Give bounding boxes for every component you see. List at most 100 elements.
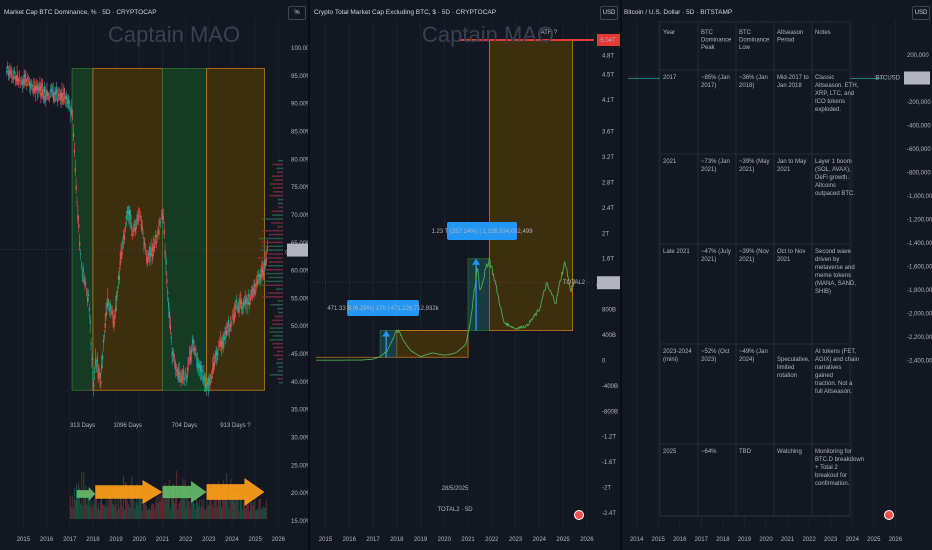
- table-header-cell: Notes: [815, 30, 831, 36]
- volume-profile-bar: [272, 187, 283, 189]
- x-axis-tick-label: 2024: [225, 537, 239, 543]
- volume-bar: [187, 498, 189, 519]
- price-candle: [39, 86, 41, 92]
- tradingview-logo-icon[interactable]: [884, 510, 894, 520]
- price-candle: [182, 376, 184, 380]
- btc-dominance-panel[interactable]: 313 Days 1096 Days 704 Days 913 Days ? 100.0…: [0, 0, 308, 550]
- tradingview-logo-icon[interactable]: [574, 510, 584, 520]
- table-cell: AI tokens (FET,: [815, 349, 856, 355]
- volume-profile-bar: [263, 268, 283, 271]
- table-cell: Layer 1 boom: [815, 159, 852, 165]
- volume-bar: [202, 505, 204, 519]
- volume-bar: [180, 498, 182, 519]
- y-axis-tick-label: -200,000: [907, 100, 931, 106]
- y-axis-tick-label: 15.00%: [291, 519, 308, 525]
- volume-bar: [106, 500, 108, 519]
- table-cell: Altcoins: [815, 183, 836, 189]
- price-candle: [6, 65, 9, 69]
- total2-panel[interactable]: ATH ? 471.33 B (6.29%) 17h | 471,226,712,…: [310, 0, 620, 550]
- volume-profile-bar: [271, 210, 283, 212]
- cycle-zone: [206, 68, 265, 391]
- table-header-cell: Dominance: [739, 38, 770, 44]
- price-candle: [99, 372, 101, 378]
- price-candle: [28, 80, 30, 82]
- table-cell: Jan to May: [777, 159, 806, 165]
- price-candle: [115, 306, 117, 313]
- price-candle: [247, 301, 249, 306]
- price-candle: [61, 92, 63, 100]
- table-cell: 2024): [739, 357, 754, 363]
- table-cell: ~49% (Jan: [739, 349, 768, 355]
- cycle-zone: [489, 39, 574, 331]
- btcusd-chart[interactable]: Year BTCDominancePeakBTCDominanceLowAltse…: [622, 0, 932, 550]
- x-axis-tick-label: 2023: [202, 537, 216, 543]
- volume-profile-bar: [266, 272, 283, 275]
- volume-bar: [168, 479, 170, 519]
- x-axis-tick-label: 2017: [366, 537, 380, 543]
- volume-bar: [161, 498, 163, 519]
- volume-profile-bar: [270, 183, 283, 185]
- price-candle: [116, 295, 118, 301]
- volume-bar: [197, 502, 199, 519]
- x-axis-tick-label: 2021: [461, 537, 475, 543]
- volume-profile-bar: [274, 315, 283, 318]
- price-candle: [20, 83, 22, 85]
- price-candle: [21, 81, 24, 85]
- price-badge-countdown: 04:23:59: [596, 283, 620, 289]
- price-badge-countdown: 04:23:59: [285, 251, 308, 257]
- table-cell: 2023): [701, 357, 716, 363]
- volume-bar: [73, 488, 75, 519]
- cycle-zone: [162, 68, 207, 391]
- price-candle: [237, 305, 239, 308]
- volume-bar: [160, 494, 162, 519]
- btc-dominance-chart[interactable]: 313 Days 1096 Days 704 Days 913 Days ? 100.0…: [0, 0, 308, 550]
- volume-profile-bar: [268, 233, 283, 236]
- price-candle: [266, 246, 268, 250]
- volume-profile-bar: [273, 191, 283, 193]
- price-candle: [101, 364, 103, 369]
- volume-profile-bar: [272, 342, 283, 345]
- volume-bar: [70, 507, 72, 519]
- price-candle: [93, 382, 95, 388]
- table-cell: (MANA, SAND,: [815, 281, 856, 287]
- price-candle: [89, 319, 91, 325]
- table-cell: 2021: [777, 167, 791, 173]
- price-candle: [111, 311, 113, 314]
- volume-bar: [101, 496, 103, 519]
- currency-button[interactable]: USD: [600, 6, 618, 20]
- price-candle: [254, 283, 256, 287]
- price-candle: [85, 282, 87, 284]
- price-candle: [65, 95, 68, 100]
- volume-bar: [87, 495, 89, 519]
- price-candle: [26, 84, 28, 86]
- volume-bar: [94, 497, 96, 519]
- x-axis-tick-label: 2016: [673, 537, 687, 543]
- price-candle: [135, 227, 137, 230]
- price-candle: [151, 247, 153, 252]
- btcusd-panel[interactable]: Year BTC Dominance Peak BTC Dominance Low Altse…: [622, 0, 932, 550]
- volume-bar: [175, 497, 177, 519]
- price-candle: [51, 88, 54, 91]
- volume-bar: [200, 507, 202, 519]
- price-candle: [121, 250, 123, 256]
- total2-chart[interactable]: ATH ?471.33 B (6.29%) 17h | 471,226,712,…: [310, 0, 620, 550]
- volume-bar: [153, 503, 155, 519]
- price-candle: [107, 298, 109, 305]
- price-candle: [150, 252, 152, 257]
- currency-button[interactable]: USD: [912, 6, 930, 20]
- x-axis-tick-label: 2021: [156, 537, 170, 543]
- watermark-symbol: TOTAL2 · 5D: [437, 507, 473, 513]
- volume-profile-bar: [277, 358, 283, 361]
- currency-button[interactable]: %: [288, 6, 306, 20]
- x-axis-tick-label: 2025: [867, 537, 881, 543]
- price-candle: [105, 311, 107, 317]
- volume-bar: [261, 508, 263, 519]
- price-candle: [131, 234, 134, 236]
- volume-bar: [262, 506, 264, 519]
- volume-bar: [103, 504, 105, 519]
- price-candle: [122, 241, 124, 244]
- volume-bar: [92, 504, 94, 519]
- x-axis-tick-label: 2015: [17, 537, 31, 543]
- volume-bar: [118, 508, 120, 519]
- x-axis-tick-label: 2018: [716, 537, 730, 543]
